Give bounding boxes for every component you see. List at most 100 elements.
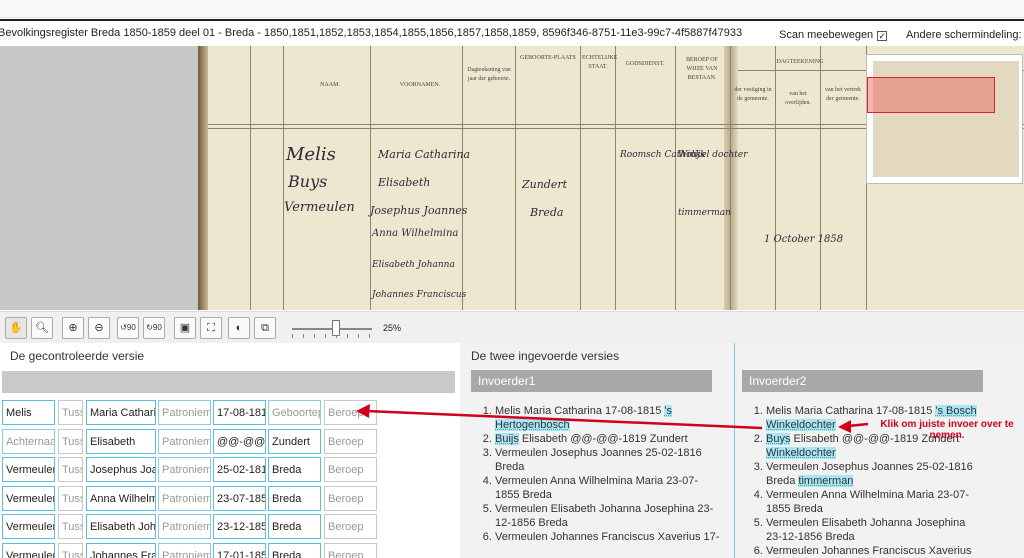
checked-version-title: De gecontroleerde versie	[10, 349, 145, 363]
field-occupation[interactable]: Beroep	[324, 514, 377, 539]
scan-overview-thumbnail[interactable]	[866, 54, 1023, 184]
field-tussenvoegsel[interactable]: Tuss	[58, 542, 83, 558]
scan-header-religion: GODSDIENST.	[625, 61, 665, 67]
field-patronym[interactable]: Patroniem	[158, 514, 211, 539]
highlighted-difference[interactable]: 's Bosch	[935, 405, 977, 417]
field-firstnames[interactable]: Anna Wilhelmina	[86, 485, 156, 511]
scan-header-marital: ECHTELIJKE STAAT.	[582, 55, 618, 70]
contrast-icon[interactable]: ◐	[228, 317, 250, 339]
viewer-toolbar: ✋ 🔍︎ ⊕ ⊖ ↺90 ↻90 ▣ ⛶ ◐ ⧉ 25%	[0, 311, 1024, 343]
hw-anna-wilhelmina: Anna Wilhelmina	[372, 228, 459, 239]
other-layout-label: Andere schermindeling:	[906, 29, 1022, 41]
field-birthdate[interactable]: 25-02-1816	[213, 457, 266, 482]
scan-header-name: NAAM.	[320, 82, 340, 88]
highlighted-difference[interactable]: Winkeldochter	[766, 419, 836, 431]
entry-text: Vermeulen Anna Wilhelmina Maria 23-07-18…	[766, 489, 969, 515]
field-occupation[interactable]: Beroep	[324, 457, 377, 482]
field-birthdate[interactable]: 17-01-1859	[213, 542, 266, 558]
scan-header-death: van het overlijden.	[785, 91, 811, 106]
field-firstnames[interactable]: Elisabeth Johanna	[86, 514, 156, 539]
page-binding	[198, 46, 208, 310]
field-birthdate[interactable]: 23-07-1855	[213, 485, 266, 511]
hw-timmerman: timmerman	[678, 208, 731, 218]
highlighted-difference[interactable]: Winkeldochter	[766, 447, 836, 459]
version-entry[interactable]: Vermeulen Johannes Franciscus Xaverius 1…	[495, 530, 721, 544]
field-surname[interactable]: Achternaam	[2, 428, 55, 454]
field-surname[interactable]: Vermeulen	[2, 457, 55, 482]
hand-icon[interactable]: ✋	[5, 317, 27, 339]
field-birthdate[interactable]: 23-12-1856	[213, 514, 266, 539]
version-entry[interactable]: Vermeulen Elisabeth Johanna Josephina 23…	[495, 502, 721, 530]
version-entry[interactable]: Vermeulen Anna Wilhelmina Maria 23-07-18…	[766, 488, 982, 516]
checked-version-panel: De gecontroleerde versie MelisTussMaria …	[0, 343, 460, 558]
field-tussenvoegsel[interactable]: Tuss	[58, 400, 83, 425]
field-patronym[interactable]: Patroniem	[158, 457, 211, 482]
field-firstnames[interactable]: Josephus Joannes	[86, 457, 156, 482]
scan-follow-checkbox[interactable]: ✓	[877, 31, 888, 41]
field-firstnames[interactable]: Maria Catharina	[86, 400, 156, 425]
other-layout-toggle[interactable]: Andere schermindeling:	[906, 29, 1024, 41]
scan-header-occupation: BEROEP OF WIJZE VAN BESTAAN.	[686, 57, 718, 81]
field-occupation[interactable]: Beroep	[324, 428, 377, 454]
search-icon[interactable]: 🔍︎	[31, 317, 53, 339]
field-birthplace[interactable]: Geboorteplaats	[268, 400, 321, 425]
instruction-note: Klik om juiste invoer over te nemen.	[880, 419, 1014, 441]
highlighted-difference[interactable]: timmerman	[798, 475, 854, 487]
zoom-in-icon[interactable]: ⊕	[62, 317, 84, 339]
field-tussenvoegsel[interactable]: Tuss	[58, 428, 83, 454]
version-entry[interactable]: Vermeulen Josephus Joannes 25-02-1816 Br…	[766, 460, 982, 488]
entry-text: Melis Maria Catharina 17-08-1815	[766, 405, 936, 417]
version-entry[interactable]: Vermeulen Anna Wilhelmina Maria 23-07-18…	[495, 474, 721, 502]
invoerder2-header: Invoerder2	[742, 370, 983, 392]
rotate-left-icon[interactable]: ↺90	[117, 317, 139, 339]
hw-vermeulen: Vermeulen	[284, 200, 355, 215]
field-birthdate[interactable]: 17-08-1815	[213, 400, 266, 425]
scan-follow-toggle[interactable]: Scan meebewegen ✓	[779, 29, 888, 41]
scan-header-dates: DAGTEEKENING	[776, 59, 824, 65]
field-firstnames[interactable]: Elisabeth	[86, 428, 156, 454]
field-occupation[interactable]: Beroep	[324, 400, 377, 425]
field-tussenvoegsel[interactable]: Tuss	[58, 485, 83, 511]
field-occupation[interactable]: Beroep	[324, 485, 377, 511]
field-birthplace[interactable]: Zundert	[268, 428, 321, 454]
field-patronym[interactable]: Patroniem	[158, 400, 211, 425]
crop-icon[interactable]: ⧉	[254, 317, 276, 339]
fit-page-icon[interactable]: ▣	[174, 317, 196, 339]
field-surname[interactable]: Vermeulen	[2, 514, 55, 539]
version-entry[interactable]: Vermeulen Josephus Joannes 25-02-1816 Br…	[495, 446, 721, 474]
hw-melis: Melis	[286, 144, 336, 165]
zoom-level: 25%	[383, 323, 402, 333]
entry-text: Vermeulen Elisabeth Johanna Josephina 23…	[766, 517, 966, 543]
zoom-slider-handle[interactable]	[332, 320, 340, 336]
field-birthdate[interactable]: @@-@@-1819	[213, 428, 266, 454]
field-surname[interactable]: Melis	[2, 400, 55, 425]
field-tussenvoegsel[interactable]: Tuss	[58, 457, 83, 482]
hw-elisabeth: Elisabeth	[378, 176, 431, 189]
thumbnail-viewport-indicator[interactable]	[867, 77, 995, 113]
field-patronym[interactable]: Patroniem	[158, 428, 211, 454]
version-entry[interactable]: Melis Maria Catharina 17-08-1815 's Hert…	[495, 404, 721, 432]
field-firstnames[interactable]: Johannes Franciscus	[86, 542, 156, 558]
field-patronym[interactable]: Patroniem	[158, 485, 211, 511]
hw-breda: Breda	[530, 206, 564, 219]
field-birthplace[interactable]: Breda	[268, 485, 321, 511]
field-occupation[interactable]: Beroep	[324, 542, 377, 558]
version-entry[interactable]: Vermeulen Elisabeth Johanna Josephina 23…	[766, 516, 982, 544]
field-patronym[interactable]: Patroniem	[158, 542, 211, 558]
zoom-out-icon[interactable]: ⊖	[88, 317, 110, 339]
rotate-right-icon[interactable]: ↻90	[143, 317, 165, 339]
field-surname[interactable]: Vermeulen	[2, 485, 55, 511]
field-birthplace[interactable]: Breda	[268, 457, 321, 482]
entry-text: Vermeulen Josephus Joannes 25-02-1816 Br…	[766, 461, 973, 487]
version-entry[interactable]: Buijs Elisabeth @@-@@-1819 Zundert	[495, 432, 721, 446]
entry-text: Vermeulen Elisabeth Johanna Josephina 23…	[495, 503, 714, 529]
field-birthplace[interactable]: Breda	[268, 514, 321, 539]
version-entry[interactable]: Vermeulen Johannes Franciscus Xaverius 1…	[766, 544, 982, 558]
field-surname[interactable]: Vermeulen	[2, 542, 55, 558]
field-birthplace[interactable]: Breda	[268, 542, 321, 558]
field-tussenvoegsel[interactable]: Tuss	[58, 514, 83, 539]
fit-width-icon[interactable]: ⛶	[200, 317, 222, 339]
highlighted-difference[interactable]: Buijs	[495, 433, 519, 445]
highlighted-difference[interactable]: Buys	[766, 433, 791, 445]
scan-viewer[interactable]: NAAM. VOORNAMEN. Dagteekening van jaar d…	[0, 46, 1024, 310]
